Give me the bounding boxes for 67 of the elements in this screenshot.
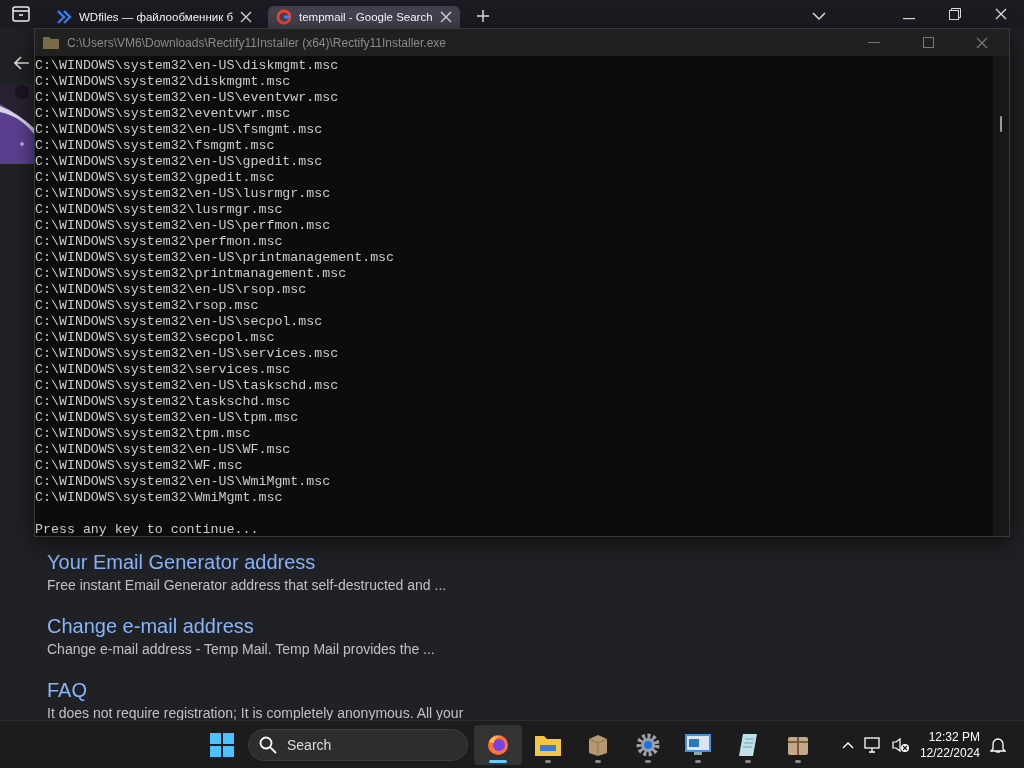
folder-icon [43,36,59,49]
console-line: C:\WINDOWS\system32\lusrmgr.msc [35,202,284,218]
taskbar-app[interactable] [474,724,522,765]
console-line: C:\WINDOWS\system32\en-US\WmiMgmt.msc [35,474,332,490]
console-line: C:\WINDOWS\system32\gpedit.msc [35,170,276,186]
console-line: C:\WINDOWS\system32\perfmon.msc [35,234,284,250]
start-icon[interactable] [210,732,234,757]
back-arrow-icon[interactable] [14,56,30,70]
console-prompt: Press any key to continue... [35,522,260,538]
console-line: C:\WINDOWS\system32\en-US\services.msc [35,346,340,362]
result-snippet: Change e-mail address - Temp Mail. Temp Mail provides the ... [47,640,436,659]
search-field[interactable]: Search [248,728,468,761]
console-line: C:\WINDOWS\system32\en-US\lusrmgr.msc [35,186,332,202]
minimize-icon[interactable] [903,18,915,20]
volume-muted-icon[interactable] [891,736,910,753]
google-icon [276,9,292,25]
chevron-up-icon[interactable] [841,740,854,749]
notepad-icon [737,732,759,757]
chevrons-icon [56,10,72,24]
console-line: C:\WINDOWS\system32\en-US\secpol.msc [35,314,324,330]
console-line: C:\WINDOWS\system32\printmanagement.msc [35,266,348,282]
console-line: C:\WINDOWS\system32\rsop.msc [35,298,260,314]
gear-icon [636,732,660,757]
console-line: C:\WINDOWS\system32\secpol.msc [35,330,276,346]
console-line: C:\WINDOWS\system32\en-US\eventvwr.msc [35,90,340,106]
package-icon [586,732,610,757]
result-link[interactable]: Change e-mail address [47,613,254,639]
console-line: C:\WINDOWS\system32\services.msc [35,362,292,378]
window-title: C:\Users\VM6\Downloads\Rectify11Installer (x64)\Rectify11Installer.exe [67,35,448,50]
browser-tab[interactable]: tempmail - Google Search [268,6,460,28]
console-line: C:\WINDOWS\system32\tpm.msc [35,426,252,442]
network-icon[interactable] [863,736,882,753]
clock-time[interactable]: 12:32 PM [928,729,980,744]
close-icon[interactable] [995,8,1007,20]
console-line: C:\WINDOWS\system32\en-US\fsmgmt.msc [35,122,324,138]
result-link[interactable]: Your Email Generator address [47,549,316,575]
console-line: C:\WINDOWS\system32\taskschd.msc [35,394,292,410]
console-line: C:\WINDOWS\system32\WmiMgmt.msc [35,490,284,506]
console-line: C:\WINDOWS\system32\en-US\diskmgmt.msc [35,58,340,74]
close-icon[interactable] [240,11,252,23]
new-tab-icon[interactable] [475,9,490,23]
console-line: C:\WINDOWS\system32\en-US\printmanagement.msc [35,250,396,266]
scrollbar-thumb[interactable] [1000,116,1002,132]
close-icon[interactable] [439,11,452,23]
result-snippet: Free instant Email Generator address that self-destructed and ... [47,576,448,595]
result-link[interactable]: FAQ [47,677,87,703]
restore-icon[interactable] [949,8,961,20]
browser-icon [486,732,510,757]
console-line: C:\WINDOWS\system32\en-US\taskschd.msc [35,378,340,394]
console-line: C:\WINDOWS\system32\fsmgmt.msc [35,138,276,154]
monitor-icon [685,733,711,756]
clock-date[interactable]: 12/22/2024 [919,745,980,760]
console-line: C:\WINDOWS\system32\en-US\gpedit.msc [35,154,324,170]
console-line: C:\WINDOWS\system32\diskmgmt.msc [35,74,292,90]
tab-list-icon[interactable] [12,6,30,22]
chevron-down-icon[interactable] [812,12,826,20]
search-icon [259,735,277,754]
console-line: C:\WINDOWS\system32\en-US\tpm.msc [35,410,300,426]
browser-tab[interactable]: WDfiles — файлообменник б [48,6,260,28]
console-line: C:\WINDOWS\system32\WF.msc [35,458,244,474]
console-line: C:\WINDOWS\system32\en-US\perfmon.msc [35,218,332,234]
folder-icon [535,733,561,756]
console-line: C:\WINDOWS\system32\eventvwr.msc [35,106,292,122]
console-line: C:\WINDOWS\system32\en-US\rsop.msc [35,282,308,298]
bell-icon[interactable] [990,735,1006,754]
console-line: C:\WINDOWS\system32\en-US\WF.msc [35,442,292,458]
result-snippet: It does not require registration; It is completely anonymous. All your [47,704,464,720]
